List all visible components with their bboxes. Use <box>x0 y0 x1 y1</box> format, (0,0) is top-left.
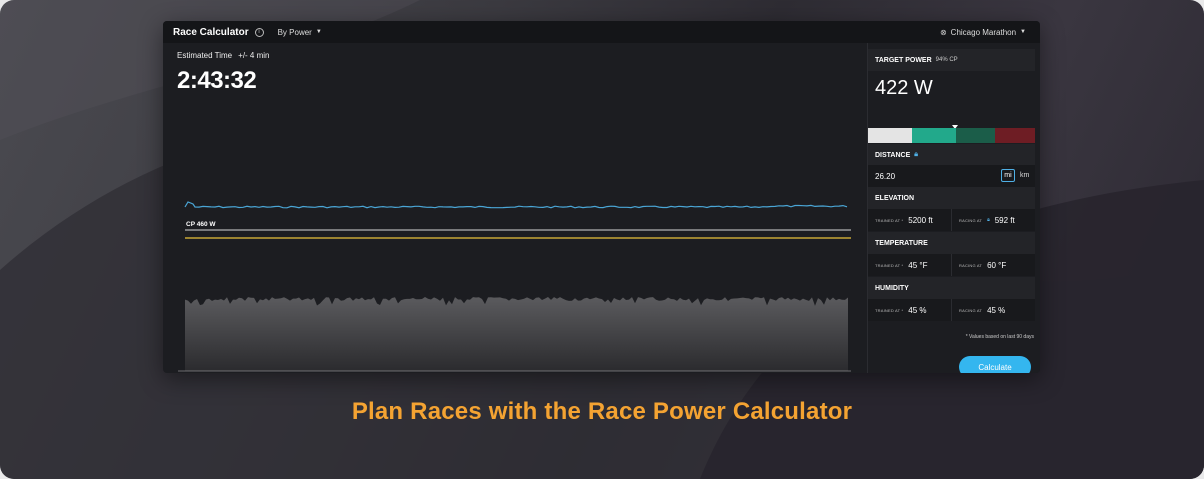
humidity-row: TRAINED AT * 45 % RACING AT 45 % <box>868 299 1035 321</box>
humidity-racing-value: 45 % <box>987 305 1006 315</box>
top-bar: Race Calculator i By Power ▼ ⊗ Chicago M… <box>163 21 1040 43</box>
values-footnote: * Values based on last 90 days <box>965 334 1034 340</box>
info-icon[interactable]: i <box>254 27 264 37</box>
race-selector[interactable]: ⊗ Chicago Marathon ▼ <box>940 21 1026 43</box>
estimated-time-margin: +/- 4 min <box>238 51 270 60</box>
elevation-trained-field[interactable]: TRAINED AT * 5200 ft <box>868 209 952 231</box>
elevation-header: ELEVATION <box>868 187 1035 209</box>
unit-km-toggle[interactable]: km <box>1020 169 1029 182</box>
temperature-header: TEMPERATURE <box>868 232 1035 254</box>
target-power-label: TARGET POWER <box>875 56 932 64</box>
race-name: Chicago Marathon <box>950 27 1017 37</box>
trained-at-label: TRAINED AT * <box>875 307 904 313</box>
mode-dropdown[interactable]: By Power ▼ <box>278 28 322 37</box>
estimated-time-text: Estimated Time <box>177 51 233 60</box>
distance-row: 26.20 mi km <box>868 165 1035 187</box>
trained-at-label: TRAINED AT * <box>875 217 904 223</box>
elevation-racing-field[interactable]: RACING AT 🔒︎ 592 ft <box>952 209 1035 231</box>
temperature-racing-value: 60 °F <box>987 260 1007 270</box>
temperature-trained-value: 45 °F <box>908 260 928 270</box>
distance-input[interactable]: 26.20 <box>875 172 895 181</box>
settings-panel: TARGET POWER 94% CP 422 W DISTANCE 🔒︎ 26… <box>867 43 1040 373</box>
mode-label: By Power <box>277 27 312 37</box>
course-chart-panel: CP 460 W 0.00 mi6.21 mi12.43 mi18.64 mi2… <box>163 43 866 373</box>
marketing-caption: Plan Races with the Race Power Calculato… <box>351 398 853 425</box>
humidity-header: HUMIDITY <box>868 277 1035 299</box>
power-zone-bar <box>868 128 1035 143</box>
chevron-down-icon: ▼ <box>1020 29 1026 35</box>
background: Race Calculator i By Power ▼ ⊗ Chicago M… <box>0 0 1204 479</box>
cp-label: CP 460 W <box>186 221 216 228</box>
lock-icon: 🔒︎ <box>914 151 918 158</box>
temperature-row: TRAINED AT * 45 °F RACING AT 60 °F <box>868 254 1035 276</box>
race-calculator-window: Race Calculator i By Power ▼ ⊗ Chicago M… <box>163 21 1040 373</box>
target-power-percent: 94% CP <box>935 57 958 63</box>
target-power-header: TARGET POWER 94% CP <box>868 49 1035 71</box>
trained-at-label: TRAINED AT * <box>875 262 904 268</box>
humidity-trained-field[interactable]: TRAINED AT * 45 % <box>868 299 952 321</box>
estimated-time-label: Estimated Time +/- 4 min <box>177 51 269 60</box>
power-zone-3 <box>956 128 995 143</box>
lock-icon: 🔒︎ <box>987 217 990 223</box>
power-zone-1 <box>868 128 912 143</box>
elevation-trained-value: 5200 ft <box>908 215 933 225</box>
temperature-racing-field[interactable]: RACING AT 60 °F <box>952 254 1035 276</box>
power-zone-4 <box>995 128 1035 143</box>
calculate-button[interactable]: Calculate <box>959 356 1031 373</box>
unit-mi-toggle[interactable]: mi <box>1001 169 1015 182</box>
humidity-racing-field[interactable]: RACING AT 45 % <box>952 299 1035 321</box>
racing-at-label: RACING AT <box>959 307 983 313</box>
elevation-row: TRAINED AT * 5200 ft RACING AT 🔒︎ 592 ft <box>868 209 1035 231</box>
power-series-line <box>184 201 848 209</box>
racing-at-label: RACING AT <box>959 217 983 223</box>
chevron-down-icon: ▼ <box>315 29 322 35</box>
racing-at-label: RACING AT <box>959 262 983 268</box>
target-power-value: 422 W <box>875 77 933 99</box>
estimated-time-value: 2:43:32 <box>177 67 257 94</box>
app-title: Race Calculator <box>173 26 249 38</box>
location-icon: ⊗ <box>939 27 947 37</box>
distance-label: DISTANCE <box>875 151 911 159</box>
power-zone-2 <box>912 128 956 143</box>
elevation-racing-value: 592 ft <box>994 215 1015 225</box>
elevation-profile-area <box>185 295 848 371</box>
humidity-trained-value: 45 % <box>908 305 927 315</box>
distance-header: DISTANCE 🔒︎ <box>868 144 1035 166</box>
temperature-trained-field[interactable]: TRAINED AT * 45 °F <box>868 254 952 276</box>
power-elevation-chart[interactable]: CP 460 W 0.00 mi6.21 mi12.43 mi18.64 mi2… <box>163 43 866 373</box>
